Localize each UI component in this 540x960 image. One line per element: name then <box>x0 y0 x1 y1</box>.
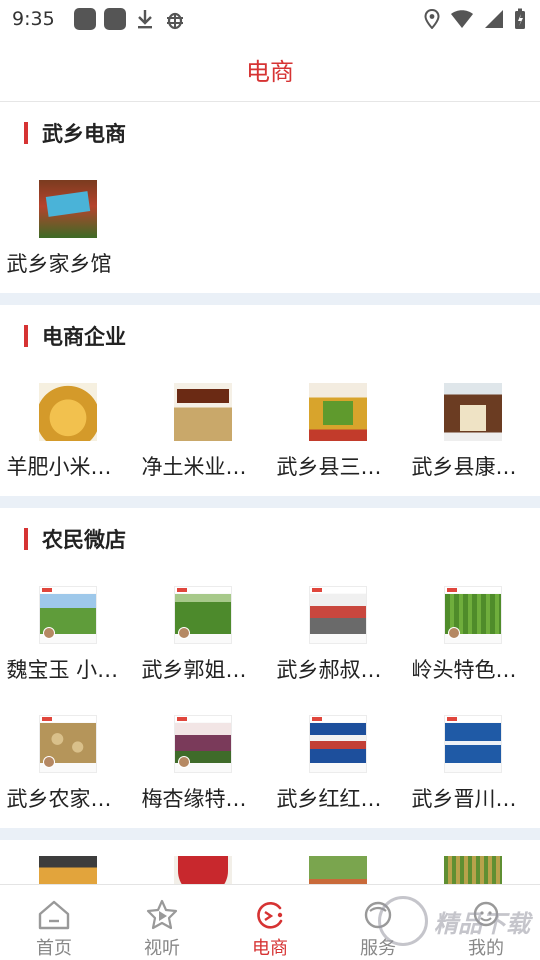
shop-item-label: 武乡郭姐… <box>141 658 247 682</box>
nav-label: 视听 <box>144 938 180 959</box>
bottom-navigation: 首页 视听 电商 服务 我的 <box>0 884 540 960</box>
debug-bug-icon <box>164 7 186 31</box>
shop-item[interactable]: 武乡县康… <box>405 367 540 496</box>
play-icon <box>144 897 180 932</box>
shop-item-label: 梅杏缘特… <box>141 787 247 811</box>
section-title: 农民微店 <box>42 528 126 552</box>
section-header: 武乡电商 <box>0 102 540 164</box>
shop-thumbnail <box>308 715 367 773</box>
status-bar: 9:35 <box>0 0 540 38</box>
shop-thumbnail <box>173 586 232 644</box>
page-title: 电商 <box>246 58 294 86</box>
shop-item-label: 武乡农家… <box>6 787 112 811</box>
location-icon <box>424 9 440 29</box>
shop-thumbnail <box>443 856 502 884</box>
shop-item[interactable] <box>405 840 540 884</box>
signal-icon <box>485 10 503 28</box>
shop-thumbnail <box>173 856 232 884</box>
shop-item[interactable] <box>270 840 405 884</box>
nav-item-profile[interactable]: 我的 <box>432 885 540 960</box>
section-header: 电商企业 <box>0 305 540 367</box>
section-divider <box>0 293 540 305</box>
shop-item[interactable]: 羊肥小米… <box>0 367 135 496</box>
section-divider <box>0 496 540 508</box>
section-accent-bar <box>24 325 28 347</box>
home-icon <box>36 897 72 932</box>
item-grid-partial <box>0 840 540 884</box>
nav-label: 首页 <box>36 938 72 959</box>
shop-item[interactable]: 魏宝玉 小… <box>0 570 135 699</box>
shop-thumbnail <box>38 715 97 773</box>
shop-thumbnail <box>173 383 232 441</box>
shop-item[interactable]: 武乡农家… <box>0 699 135 828</box>
shop-thumbnail <box>308 383 367 441</box>
shop-thumbnail <box>173 715 232 773</box>
shop-icon <box>252 897 288 932</box>
shop-item[interactable]: 武乡家乡馆 <box>0 164 135 293</box>
app-header: 电商 <box>0 38 540 102</box>
battery-icon <box>515 8 525 29</box>
section-title: 武乡电商 <box>42 122 126 146</box>
app-notification-icon <box>104 8 126 30</box>
section-divider <box>0 828 540 840</box>
shop-item-label: 净土米业… <box>141 455 247 479</box>
shop-item[interactable]: 梅杏缘特… <box>135 699 270 828</box>
shop-item-label: 武乡郝叔… <box>276 658 382 682</box>
nav-item-home[interactable]: 首页 <box>0 885 108 960</box>
shop-thumbnail <box>443 383 502 441</box>
shop-item[interactable]: 武乡县三… <box>270 367 405 496</box>
shop-item[interactable]: 岭头特色… <box>405 570 540 699</box>
scroll-content[interactable]: 武乡电商 武乡家乡馆 电商企业 羊肥小米… 净土米业… 武乡县三… 武乡县康… … <box>0 102 540 884</box>
shop-item[interactable]: 武乡郝叔… <box>270 570 405 699</box>
notification-icons <box>74 7 186 31</box>
section-wuxiang-ecommerce: 武乡电商 武乡家乡馆 <box>0 102 540 293</box>
item-grid: 羊肥小米… 净土米业… 武乡县三… 武乡县康… <box>0 367 540 496</box>
section-farmer-microstores: 农民微店 魏宝玉 小… 武乡郭姐… 武乡郝叔… 岭头特色… 武乡农家… 梅杏缘特… <box>0 508 540 828</box>
shop-item-label: 武乡县三… <box>276 455 382 479</box>
shop-item-label: 岭头特色… <box>411 658 517 682</box>
shop-item-label: 武乡晋川… <box>411 787 517 811</box>
section-title: 电商企业 <box>42 325 126 349</box>
shop-thumbnail <box>443 715 502 773</box>
shop-item[interactable]: 净土米业… <box>135 367 270 496</box>
wifi-icon <box>451 10 473 28</box>
section-ecommerce-companies: 电商企业 羊肥小米… 净土米业… 武乡县三… 武乡县康… <box>0 305 540 496</box>
item-grid: 武乡家乡馆 <box>0 164 540 293</box>
nav-label: 电商 <box>252 938 288 959</box>
shop-item-label: 武乡红红… <box>276 787 382 811</box>
nav-label: 服务 <box>360 938 396 959</box>
shop-thumbnail <box>38 586 97 644</box>
shop-thumbnail <box>308 586 367 644</box>
system-status-icons <box>424 8 526 30</box>
shop-item[interactable]: 武乡郭姐… <box>135 570 270 699</box>
shop-item[interactable] <box>135 840 270 884</box>
status-time: 9:35 <box>12 8 55 30</box>
nav-item-service[interactable]: 服务 <box>324 885 432 960</box>
shop-item[interactable]: 武乡红红… <box>270 699 405 828</box>
shop-thumbnail <box>38 856 97 884</box>
shop-thumbnail <box>38 180 97 238</box>
app-notification-icon <box>74 8 96 30</box>
shop-item-label: 武乡县康… <box>411 455 517 479</box>
shop-item[interactable]: 武乡晋川… <box>405 699 540 828</box>
shop-thumbnail <box>443 586 502 644</box>
nav-item-ecommerce[interactable]: 电商 <box>216 885 324 960</box>
download-icon <box>134 7 156 31</box>
profile-icon <box>468 897 504 932</box>
item-grid: 魏宝玉 小… 武乡郭姐… 武乡郝叔… 岭头特色… 武乡农家… 梅杏缘特… 武乡红… <box>0 570 540 828</box>
shop-thumbnail <box>308 856 367 884</box>
shop-item-label: 武乡家乡馆 <box>6 252 112 276</box>
service-icon <box>360 897 396 932</box>
nav-item-media[interactable]: 视听 <box>108 885 216 960</box>
shop-item-label: 羊肥小米… <box>6 455 112 479</box>
section-accent-bar <box>24 122 28 144</box>
shop-item-label: 魏宝玉 小… <box>6 658 119 682</box>
section-header: 农民微店 <box>0 508 540 570</box>
shop-thumbnail <box>38 383 97 441</box>
section-accent-bar <box>24 528 28 550</box>
nav-label: 我的 <box>468 938 504 959</box>
shop-item[interactable] <box>0 840 135 884</box>
